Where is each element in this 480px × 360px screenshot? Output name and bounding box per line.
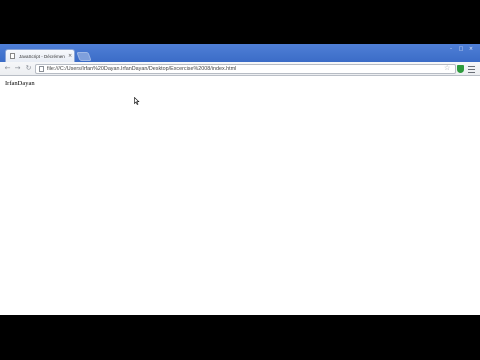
- page-text: IrfanDayan: [5, 80, 35, 87]
- page-icon: [39, 66, 44, 72]
- page-icon: [10, 53, 15, 59]
- back-button[interactable]: ←: [3, 64, 12, 73]
- minimize-button[interactable]: -: [447, 46, 455, 53]
- extension-icon[interactable]: [457, 65, 464, 73]
- browser-tab[interactable]: JavaScript - Décrémentation ×: [5, 49, 75, 62]
- bookmark-star-icon[interactable]: ☆: [444, 64, 450, 73]
- url-text: file:///C:/Users/Irfan%20Dayan.IrfanDaya…: [47, 66, 237, 72]
- tab-title: JavaScript - Décrémentation: [19, 54, 65, 59]
- maximize-button[interactable]: □: [457, 46, 465, 53]
- title-bar: JavaScript - Décrémentation × - □ ×: [0, 44, 480, 62]
- menu-icon[interactable]: [468, 64, 475, 73]
- close-tab-icon[interactable]: ×: [68, 51, 72, 62]
- close-window-button[interactable]: ×: [467, 46, 475, 53]
- mouse-cursor-icon: [134, 97, 140, 105]
- browser-toolbar: ← → ↻ file:///C:/Users/Irfan%20Dayan.Irf…: [0, 62, 480, 76]
- new-tab-button[interactable]: [76, 52, 92, 61]
- browser-window: JavaScript - Décrémentation × - □ × ← → …: [0, 44, 480, 315]
- forward-button[interactable]: →: [13, 64, 22, 73]
- address-bar[interactable]: file:///C:/Users/Irfan%20Dayan.IrfanDaya…: [35, 64, 456, 74]
- reload-button[interactable]: ↻: [24, 64, 33, 73]
- page-content: IrfanDayan: [0, 76, 480, 315]
